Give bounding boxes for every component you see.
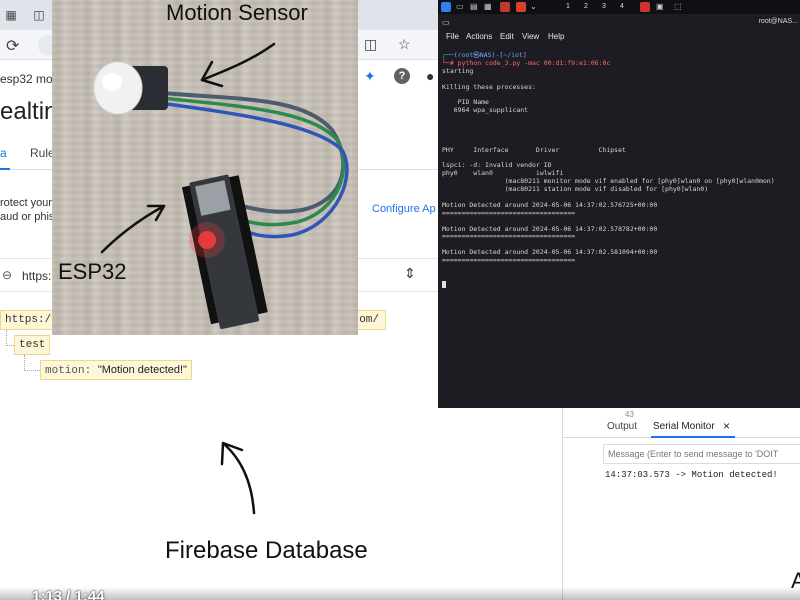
motion-key: motion: [45, 365, 85, 377]
tab-data[interactable]: a: [0, 146, 7, 160]
tree-connector: [6, 330, 14, 346]
tree-connector: [24, 355, 40, 371]
link-icon: ⊖: [2, 268, 13, 282]
serial-log-line: 14:37:03.573 -> Motion detected!: [605, 470, 778, 480]
tab-active-indicator: [651, 436, 735, 438]
terminal-launcher-icon[interactable]: ▤: [470, 2, 478, 11]
notice-line: rotect your: [0, 197, 52, 209]
page-title: ealtin: [0, 98, 58, 125]
motion-sensor-label: Motion Sensor: [166, 0, 308, 25]
serial-message-input[interactable]: Message (Enter to send message to 'DOIT: [603, 444, 800, 464]
firebase-arrow-icon: [220, 441, 256, 515]
terminal-line: (mac80211 station mode vif disabled for …: [442, 185, 709, 194]
terminal-line: 6964 wpa_supplicant: [442, 106, 529, 115]
hardware-photo: Motion Sensor ESP32: [52, 0, 358, 335]
tree-node-test[interactable]: test: [14, 335, 51, 355]
configure-app-check-link[interactable]: Configure Ap: [372, 203, 436, 215]
video-timestamp: 1:13 / 1:44: [32, 588, 105, 600]
running-app-icon[interactable]: [640, 2, 650, 12]
notice-line: aud or phis: [0, 211, 55, 223]
tab-output[interactable]: Output: [607, 421, 637, 432]
terminal-title: root@NAS...: [758, 18, 798, 25]
menu-file[interactable]: File: [446, 32, 459, 41]
workspace-1[interactable]: 1: [562, 1, 574, 13]
dropdown-icon[interactable]: ⌄: [530, 2, 537, 11]
tab-active-indicator: [0, 168, 10, 170]
esp32-label: ESP32: [58, 259, 127, 284]
terminal-line: ==================================: [442, 232, 576, 241]
workspace-2[interactable]: 2: [580, 1, 592, 13]
tab-serial-monitor[interactable]: Serial Monitor: [653, 421, 715, 432]
workspace-3[interactable]: 3: [598, 1, 610, 13]
motion-value[interactable]: "Motion detected!": [98, 364, 187, 376]
terminal-window: ▭ ▤ ▦ ⌄ 1 2 3 4 ▣ ⬚ ▭ root@NAS... File A…: [438, 0, 800, 408]
terminal-line: Killing these processes:: [442, 82, 536, 91]
close-icon[interactable]: ×: [723, 419, 730, 433]
menu-help[interactable]: Help: [548, 32, 564, 41]
files-icon[interactable]: ▦: [484, 2, 492, 11]
root-url-end: om/: [359, 314, 379, 326]
reload-icon[interactable]: ⟳: [6, 36, 19, 56]
notifications-icon[interactable]: ●: [426, 68, 434, 84]
terminal-output[interactable]: ┌──(root㉿NAS)-[~/iot] └─# python code_3.p…: [442, 51, 800, 291]
video-controls[interactable]: [0, 587, 800, 600]
terminal-menubar: File Actions Edit View Help: [438, 30, 800, 44]
desktop-icon[interactable]: ▭: [456, 2, 464, 11]
line-number: 43: [625, 410, 634, 419]
app-red-icon[interactable]: [500, 2, 510, 12]
terminal-line: PHY Interface Driver Chipset: [442, 145, 626, 154]
terminal-cursor: [442, 280, 446, 288]
terminal-line: starting: [442, 66, 474, 75]
firebase-database-label: Firebase Database: [165, 537, 368, 564]
browser-favicon-icon[interactable]: ▦: [4, 8, 18, 22]
tab-square-icon[interactable]: ◫: [32, 8, 46, 22]
app-check-notice: rotect your aud or phis: [0, 196, 54, 224]
terminal-line: └─# python code_3.py -mac 00:d1:f9:e1:06…: [442, 58, 611, 67]
app-red2-icon[interactable]: [516, 2, 526, 12]
help-icon[interactable]: ?: [394, 68, 410, 84]
tree-node-motion[interactable]: motion: "Motion detected!": [40, 360, 192, 380]
bookmark-star-icon[interactable]: ☆: [398, 36, 411, 53]
active-window-icon[interactable]: ⬚: [674, 2, 682, 11]
workspace-4[interactable]: 4: [616, 1, 628, 13]
desktop-taskbar: ▭ ▤ ▦ ⌄ 1 2 3 4 ▣ ⬚: [438, 0, 800, 14]
database-url[interactable]: https:: [22, 269, 51, 283]
expand-collapse-icon[interactable]: ⇕: [404, 265, 416, 282]
terminal-window-icon: ▭: [442, 18, 450, 27]
kali-menu-icon[interactable]: [441, 2, 451, 12]
arduino-serial-panel: 43 Output Serial Monitor × Message (Ente…: [562, 408, 800, 600]
terminal-line: ==================================: [442, 208, 576, 217]
terminal-task-icon[interactable]: ▣: [656, 2, 664, 11]
menu-edit[interactable]: Edit: [500, 32, 514, 41]
terminal-line: ==================================: [442, 256, 576, 265]
tab-rules[interactable]: Rule: [30, 146, 55, 160]
serial-tabs: 43 Output Serial Monitor ×: [563, 410, 800, 438]
gemini-sparkle-icon[interactable]: ✦: [364, 68, 376, 85]
menu-actions[interactable]: Actions: [466, 32, 492, 41]
split-view-icon[interactable]: ◫: [364, 36, 377, 53]
menu-view[interactable]: View: [522, 32, 539, 41]
